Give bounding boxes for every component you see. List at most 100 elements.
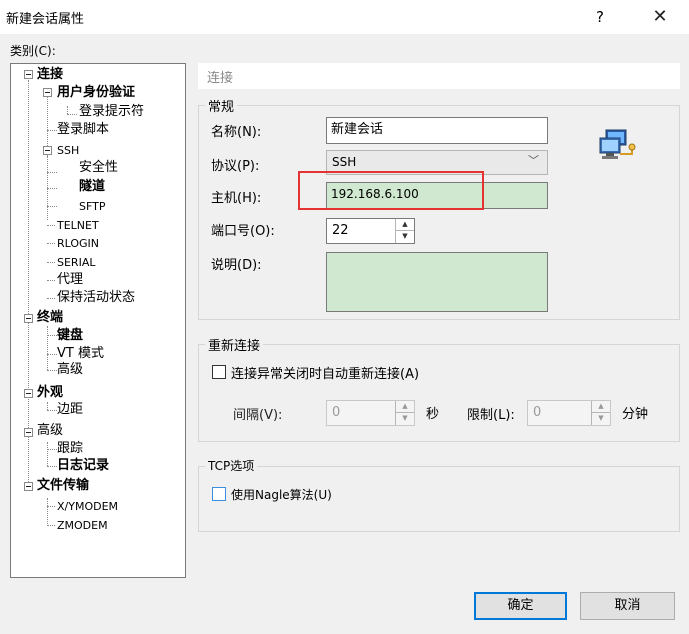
- tree-line: [47, 225, 55, 226]
- tree-item-proxy[interactable]: 代理: [57, 272, 83, 288]
- tree-item-logging[interactable]: 日志记录: [57, 458, 109, 474]
- host-label: 主机(H):: [211, 191, 262, 206]
- tree-line: [47, 130, 57, 131]
- port-spin-buttons: ▲ ▼: [395, 219, 414, 243]
- tree-line: [47, 354, 57, 355]
- auto-reconnect-label[interactable]: 连接异常关闭时自动重新连接(A): [231, 363, 419, 382]
- nagle-label[interactable]: 使用Nagle算法(U): [231, 486, 332, 503]
- close-button[interactable]: ✕: [643, 4, 677, 30]
- tree-line: [47, 188, 57, 189]
- tree-line: [47, 506, 55, 507]
- collapse-icon[interactable]: [24, 314, 33, 323]
- tree-line: [47, 156, 48, 206]
- tree-line: [47, 298, 55, 299]
- spin-up-icon[interactable]: ▲: [396, 219, 414, 231]
- tree-item-connection[interactable]: 连接: [37, 67, 63, 83]
- tree-item-login-script[interactable]: 登录脚本: [57, 122, 109, 138]
- tree-item-file-transfer[interactable]: 文件传输: [37, 478, 89, 494]
- collapse-icon[interactable]: [24, 482, 33, 491]
- tree-item-user-auth[interactable]: 用户身份验证: [57, 85, 135, 101]
- collapse-icon[interactable]: [24, 428, 33, 437]
- tree-item-serial[interactable]: SERIAL: [57, 255, 95, 271]
- limit-spin-buttons: ▲ ▼: [591, 401, 610, 425]
- limit-stepper[interactable]: 0 ▲ ▼: [527, 400, 611, 426]
- tree-line: [47, 206, 57, 207]
- ok-button[interactable]: 确定: [474, 592, 567, 620]
- tree-line: [67, 114, 77, 115]
- description-textarea[interactable]: [326, 252, 548, 312]
- cancel-button[interactable]: 取消: [580, 592, 675, 620]
- computer-network-icon: [599, 129, 636, 159]
- tree-item-sftp[interactable]: SFTP: [79, 199, 105, 215]
- tree-item-keyboard[interactable]: 键盘: [57, 328, 83, 344]
- tree-item-margins[interactable]: 边距: [57, 402, 83, 418]
- port-label: 端口号(O):: [211, 224, 275, 239]
- interval-label: 间隔(V):: [233, 408, 283, 423]
- category-tree[interactable]: 连接 用户身份验证 登录提示符 登录脚本 SSH 安全性 隧道 SFTP TEL…: [10, 63, 186, 578]
- minutes-label: 分钟: [622, 407, 649, 422]
- tree-line: [47, 335, 57, 336]
- reconnect-group: [198, 344, 680, 442]
- tree-item-tunneling[interactable]: 隧道: [79, 179, 105, 195]
- name-label: 名称(N):: [211, 125, 262, 140]
- annotation-highlight-box: [298, 171, 484, 210]
- tree-item-vt-modes[interactable]: VT 模式: [57, 346, 104, 362]
- name-input[interactable]: 新建会话: [326, 117, 548, 144]
- collapse-icon[interactable]: [43, 88, 52, 97]
- tcp-options-group-title: TCP选项: [205, 457, 258, 474]
- limit-value: 0: [533, 405, 542, 420]
- tree-line: [47, 262, 55, 263]
- tree-line: [47, 402, 48, 410]
- tree-item-advanced[interactable]: 高级: [37, 423, 63, 439]
- general-group-title: 常规: [205, 96, 238, 115]
- spin-down-icon[interactable]: ▼: [396, 413, 414, 425]
- collapse-icon[interactable]: [24, 389, 33, 398]
- collapse-icon[interactable]: [24, 70, 33, 79]
- tree-line: [47, 525, 55, 526]
- tree-item-rlogin[interactable]: RLOGIN: [57, 236, 99, 252]
- spin-down-icon[interactable]: ▼: [592, 413, 610, 425]
- tree-item-security[interactable]: 安全性: [79, 160, 118, 176]
- category-label: 类别(C):: [10, 44, 56, 58]
- tree-line: [47, 243, 55, 244]
- tree-item-keep-alive[interactable]: 保持活动状态: [57, 290, 135, 306]
- protocol-value: SSH: [332, 155, 357, 169]
- tree-line: [47, 466, 57, 467]
- tree-item-login-prompts[interactable]: 登录提示符: [79, 104, 144, 120]
- tree-item-xymodem[interactable]: X/YMODEM: [57, 499, 118, 515]
- description-label: 说明(D):: [211, 258, 262, 273]
- tree-line: [47, 172, 57, 173]
- seconds-label: 秒: [426, 407, 440, 422]
- spin-down-icon[interactable]: ▼: [396, 231, 414, 243]
- tree-line: [47, 449, 57, 450]
- collapse-icon[interactable]: [43, 146, 52, 155]
- tree-line: [28, 80, 29, 486]
- section-title: 连接: [207, 71, 234, 86]
- help-button[interactable]: ?: [585, 4, 615, 30]
- interval-stepper[interactable]: 0 ▲ ▼: [326, 400, 415, 426]
- tree-item-appearance[interactable]: 外观: [37, 385, 63, 401]
- tree-line: [47, 280, 55, 281]
- auto-reconnect-checkbox[interactable]: [212, 365, 226, 379]
- tree-line: [47, 410, 57, 411]
- spin-up-icon[interactable]: ▲: [592, 401, 610, 413]
- protocol-label: 协议(P):: [211, 159, 260, 174]
- tree-item-trace[interactable]: 跟踪: [57, 441, 83, 457]
- tree-item-ssh[interactable]: SSH: [57, 143, 79, 159]
- tree-line: [47, 326, 48, 370]
- interval-spin-buttons: ▲ ▼: [395, 401, 414, 425]
- reconnect-group-title: 重新连接: [205, 335, 264, 354]
- tree-line: [47, 370, 57, 371]
- port-stepper[interactable]: 22 ▲ ▼: [326, 218, 415, 244]
- spin-up-icon[interactable]: ▲: [396, 401, 414, 413]
- port-value: 22: [332, 223, 349, 238]
- tree-item-terminal[interactable]: 终端: [37, 310, 63, 326]
- nagle-checkbox[interactable]: [212, 487, 226, 501]
- window-title: 新建会话属性: [6, 12, 85, 27]
- tree-item-zmodem[interactable]: ZMODEM: [57, 518, 108, 534]
- tree-item-terminal-advanced[interactable]: 高级: [57, 362, 83, 378]
- section-header: 连接: [198, 63, 680, 89]
- tree-item-telnet[interactable]: TELNET: [57, 218, 99, 234]
- tree-line: [67, 106, 68, 114]
- chevron-down-icon: ﹀: [528, 154, 539, 167]
